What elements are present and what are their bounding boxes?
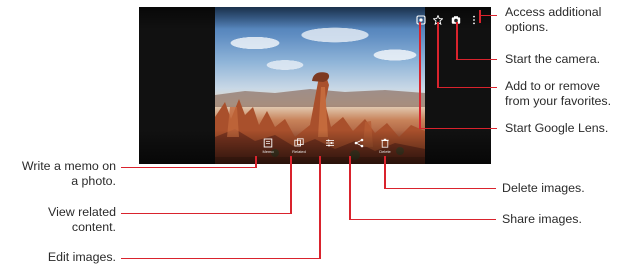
- callout-line-related-h: [121, 213, 291, 214]
- annotation-options-line2: options.: [505, 20, 549, 34]
- google-lens-icon[interactable]: [416, 12, 426, 25]
- memo-button[interactable]: Memo: [253, 138, 283, 162]
- callout-line-options-v: [479, 10, 481, 23]
- edit-icon: [326, 139, 334, 147]
- memo-label: Memo: [262, 149, 274, 154]
- annotation-related-line1: View related: [48, 205, 116, 219]
- annotation-memo: Write a memo on a photo.: [0, 159, 116, 189]
- more-options-icon[interactable]: [469, 12, 479, 25]
- annotation-favorites-line1: Add to or remove: [505, 79, 601, 93]
- annotation-related-line2: content.: [71, 220, 116, 234]
- annotation-options-line1: Access additional: [505, 5, 602, 19]
- callout-line-memo-v: [255, 156, 257, 168]
- delete-label: Delete: [379, 149, 391, 154]
- annotation-favorites: Add to or remove from your favorites.: [505, 79, 611, 109]
- related-label: Related: [292, 149, 306, 154]
- annotation-memo-line2: a photo.: [71, 174, 116, 188]
- favorite-star-icon[interactable]: [432, 12, 444, 26]
- memo-icon: [263, 138, 273, 148]
- callout-line-share-h: [349, 219, 496, 220]
- annotation-favorites-line2: from your favorites.: [505, 94, 612, 108]
- callout-line-options-h: [479, 15, 497, 16]
- camera-icon[interactable]: [451, 12, 461, 24]
- callout-line-lens-h: [419, 128, 497, 129]
- callout-line-related-v: [290, 156, 292, 214]
- callout-line-edit-h: [121, 258, 320, 259]
- annotation-camera: Start the camera.: [505, 52, 601, 66]
- callout-line-camera-h: [456, 59, 497, 60]
- callout-line-memo-h: [121, 167, 256, 168]
- annotation-delete: Delete images.: [502, 181, 585, 195]
- annotation-edit: Edit images.: [47, 250, 116, 264]
- annotation-lens: Start Google Lens.: [505, 121, 609, 135]
- callout-line-edit-v: [319, 156, 321, 259]
- callout-line-delete-h: [384, 188, 496, 189]
- annotation-share: Share images.: [502, 212, 582, 226]
- related-icon: [294, 138, 304, 147]
- annotation-related: View related content.: [0, 205, 116, 235]
- callout-line-delete-v: [384, 156, 386, 189]
- callout-line-lens-v: [419, 22, 421, 129]
- share-icon: [354, 138, 364, 148]
- annotation-options: Access additional options.: [505, 5, 601, 35]
- annotation-memo-line1: Write a memo on: [21, 159, 116, 173]
- callout-line-share-v: [349, 156, 351, 220]
- callout-line-favorites-v: [437, 22, 439, 88]
- callout-line-favorites-h: [437, 87, 497, 88]
- delete-icon: [381, 138, 389, 148]
- callout-line-camera-v: [456, 22, 458, 60]
- related-button[interactable]: Related: [284, 138, 314, 162]
